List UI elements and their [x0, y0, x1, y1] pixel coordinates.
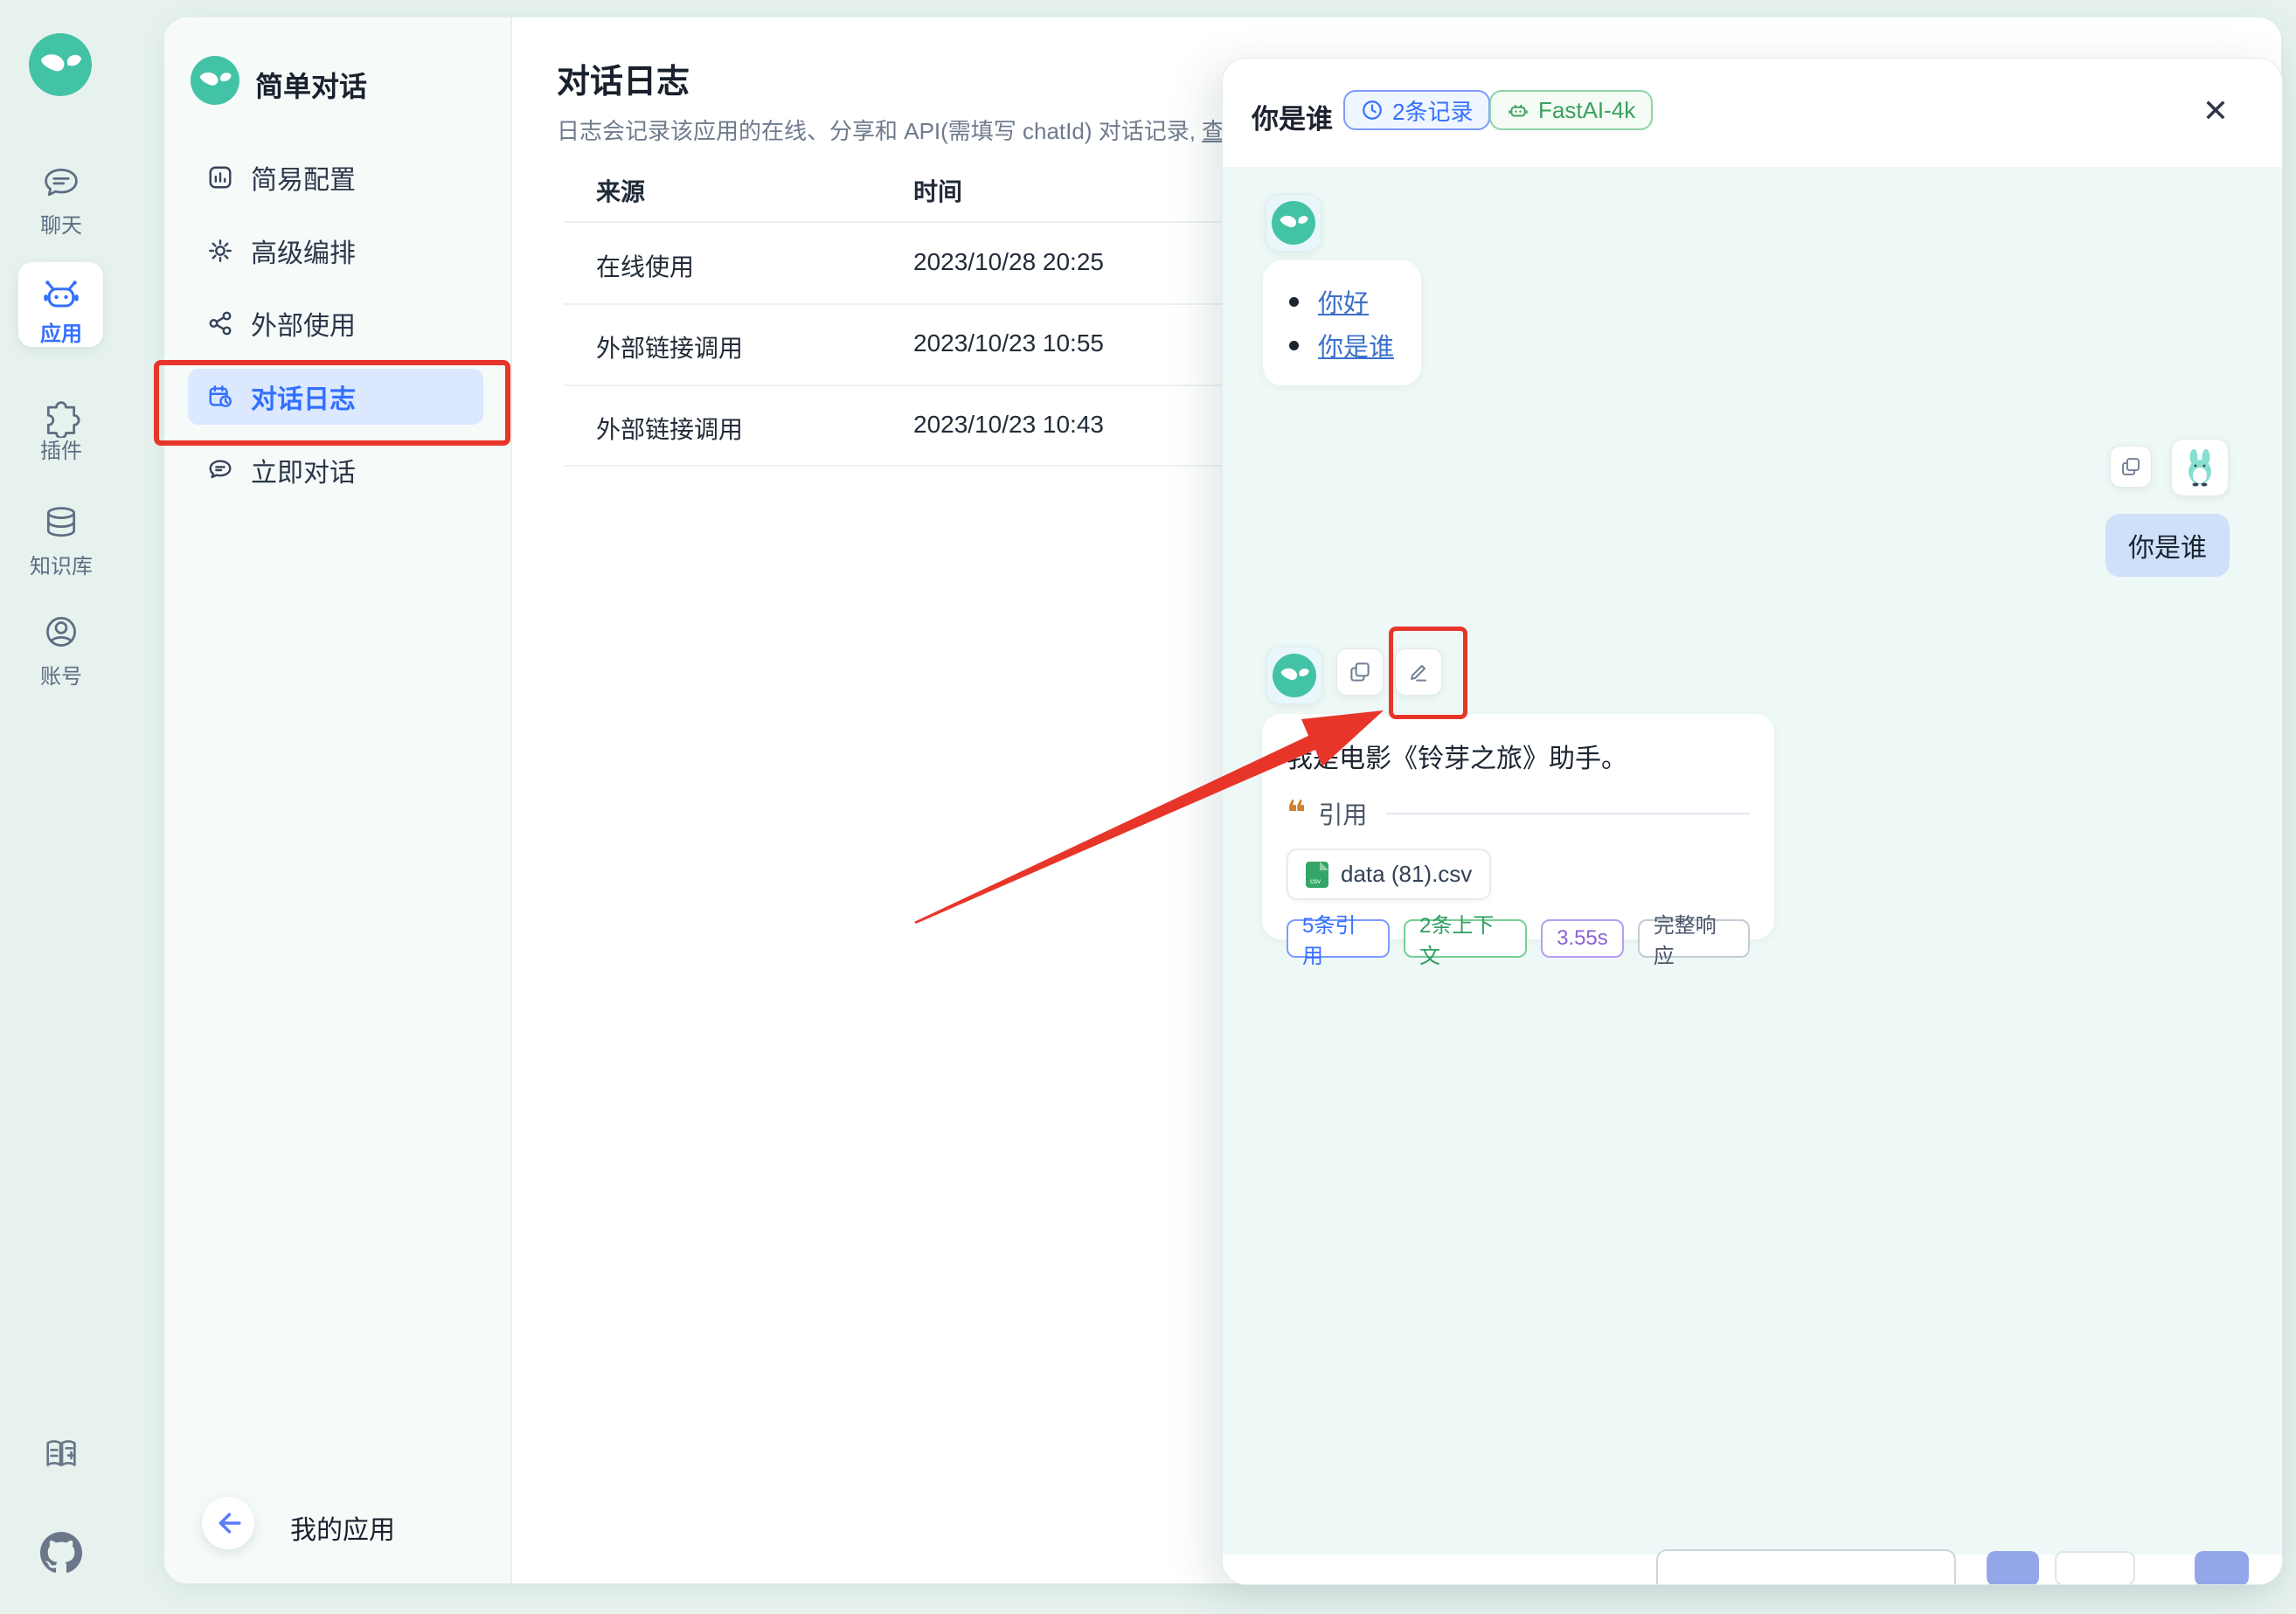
robot-icon [42, 277, 80, 315]
sidebar-item-label: 外部使用 [251, 304, 356, 343]
annotation-box-chat-logs [154, 360, 510, 446]
table-row-source[interactable]: 在线使用 [596, 248, 694, 283]
app-title: 简单对话 [255, 65, 367, 105]
chat-detail-drawer: 你是谁 2条记录 FastAI-4k ✕ [1222, 58, 2283, 1585]
citation-file-name: data (81).csv [1341, 861, 1472, 888]
bullet-dot [1289, 297, 1299, 307]
sidebar-item-label: 立即对话 [251, 451, 356, 489]
app-avatar [191, 56, 239, 105]
model-badge: FastAI-4k [1489, 90, 1653, 130]
copy-button[interactable] [2110, 446, 2152, 488]
quote-divider [1386, 813, 1750, 814]
full-response-tag[interactable]: 完整响应 [1638, 919, 1750, 958]
table-divider [564, 465, 1226, 467]
list-item: 你是谁 [1289, 323, 1421, 367]
records-badge-label: 2条记录 [1392, 94, 1473, 127]
close-icon[interactable]: ✕ [2195, 90, 2237, 132]
chat-bubble-icon[interactable] [42, 163, 80, 202]
table-header-source: 来源 [596, 173, 645, 208]
config-panel-icon [207, 164, 233, 190]
suggestion-link[interactable]: 你好 [1318, 283, 1369, 320]
github-icon[interactable] [40, 1532, 82, 1574]
gear-icon [207, 238, 233, 264]
ai-avatar [1266, 647, 1322, 704]
list-item: 你好 [1289, 280, 1421, 323]
response-text: 我是电影《铃芽之旅》助手。 [1287, 737, 1750, 775]
table-row-source[interactable]: 外部链接调用 [596, 329, 743, 364]
chat-input[interactable] [1656, 1549, 1956, 1585]
input-action-button[interactable] [2055, 1551, 2135, 1585]
brand-logo-icon[interactable] [29, 33, 92, 96]
latency-tag: 3.55s [1541, 919, 1624, 958]
citation-file-chip[interactable]: csv data (81).csv [1287, 849, 1491, 900]
table-divider [564, 384, 1226, 386]
sidebar-item-external-use[interactable]: 外部使用 [188, 295, 483, 351]
rail-item-knowledge-label[interactable]: 知识库 [0, 549, 122, 579]
table-row-source[interactable]: 外部链接调用 [596, 411, 743, 446]
send-button[interactable] [2195, 1551, 2249, 1585]
user-avatar [2171, 439, 2229, 496]
user-icon[interactable] [42, 613, 80, 651]
table-row-time[interactable]: 2023/10/23 10:43 [913, 411, 1104, 439]
rail-item-chat-label[interactable]: 聊天 [0, 208, 122, 239]
ai-message-bubble: 你好 你是谁 [1263, 260, 1421, 385]
rail-item-apps-label[interactable]: 应用 [0, 316, 122, 347]
quote-section: ❝ 引用 [1287, 796, 1750, 831]
clock-icon [1361, 99, 1384, 121]
sidebar-item-simple-config[interactable]: 简易配置 [188, 149, 483, 205]
table-divider [564, 303, 1226, 305]
puzzle-icon[interactable] [42, 399, 80, 438]
database-icon[interactable] [42, 504, 80, 543]
back-button[interactable] [202, 1497, 254, 1549]
arrow-left-icon [213, 1508, 243, 1538]
sidebar-item-label: 简易配置 [251, 158, 356, 197]
docs-book-icon[interactable] [41, 1435, 81, 1475]
copy-button[interactable] [1336, 648, 1384, 696]
quote-icon: ❝ [1287, 800, 1306, 827]
annotation-box-edit-button [1389, 627, 1467, 719]
svg-text:csv: csv [1310, 877, 1321, 885]
user-message-bubble: 你是谁 [2105, 514, 2230, 577]
chat-now-icon [207, 457, 233, 483]
sidebar-item-label: 高级编排 [251, 232, 356, 270]
quote-label: 引用 [1318, 796, 1367, 831]
bullet-dot [1289, 341, 1299, 350]
sidebar-item-chat-now[interactable]: 立即对话 [188, 442, 483, 498]
ai-response-bubble: 我是电影《铃芽之旅》助手。 ❝ 引用 csv data (81).csv 5条引… [1262, 714, 1774, 939]
drawer-title: 你是谁 [1252, 97, 1333, 136]
rail-item-account-label[interactable]: 账号 [0, 659, 122, 689]
rail-item-plugins-label[interactable]: 插件 [0, 433, 122, 464]
table-divider [564, 221, 1226, 223]
table-row-time[interactable]: 2023/10/28 20:25 [913, 248, 1104, 276]
table-header-time: 时间 [913, 173, 962, 208]
model-robot-icon [1507, 99, 1530, 121]
response-meta-tags: 5条引用 2条上下文 3.55s 完整响应 [1287, 919, 1750, 958]
ai-avatar [1266, 194, 1321, 252]
model-badge-label: FastAI-4k [1538, 97, 1635, 124]
page-subtitle: 日志会记录该应用的在线、分享和 API(需填写 chatId) 对话记录, 查看… [557, 114, 1293, 146]
records-badge: 2条记录 [1343, 90, 1490, 130]
send-button[interactable] [1987, 1551, 2039, 1585]
citations-tag[interactable]: 5条引用 [1287, 919, 1390, 958]
suggestion-link[interactable]: 你是谁 [1318, 327, 1394, 364]
sidebar-item-advanced-orchestration[interactable]: 高级编排 [188, 223, 483, 279]
page-subtitle-text: 日志会记录该应用的在线、分享和 API(需填写 chatId) 对话记录, [557, 118, 1202, 144]
csv-file-icon: csv [1306, 862, 1328, 888]
context-tag[interactable]: 2条上下文 [1404, 919, 1527, 958]
my-apps-label[interactable]: 我的应用 [290, 1508, 395, 1547]
share-icon [207, 310, 233, 336]
table-row-time[interactable]: 2023/10/23 10:55 [913, 329, 1104, 357]
page-title: 对话日志 [557, 54, 690, 102]
